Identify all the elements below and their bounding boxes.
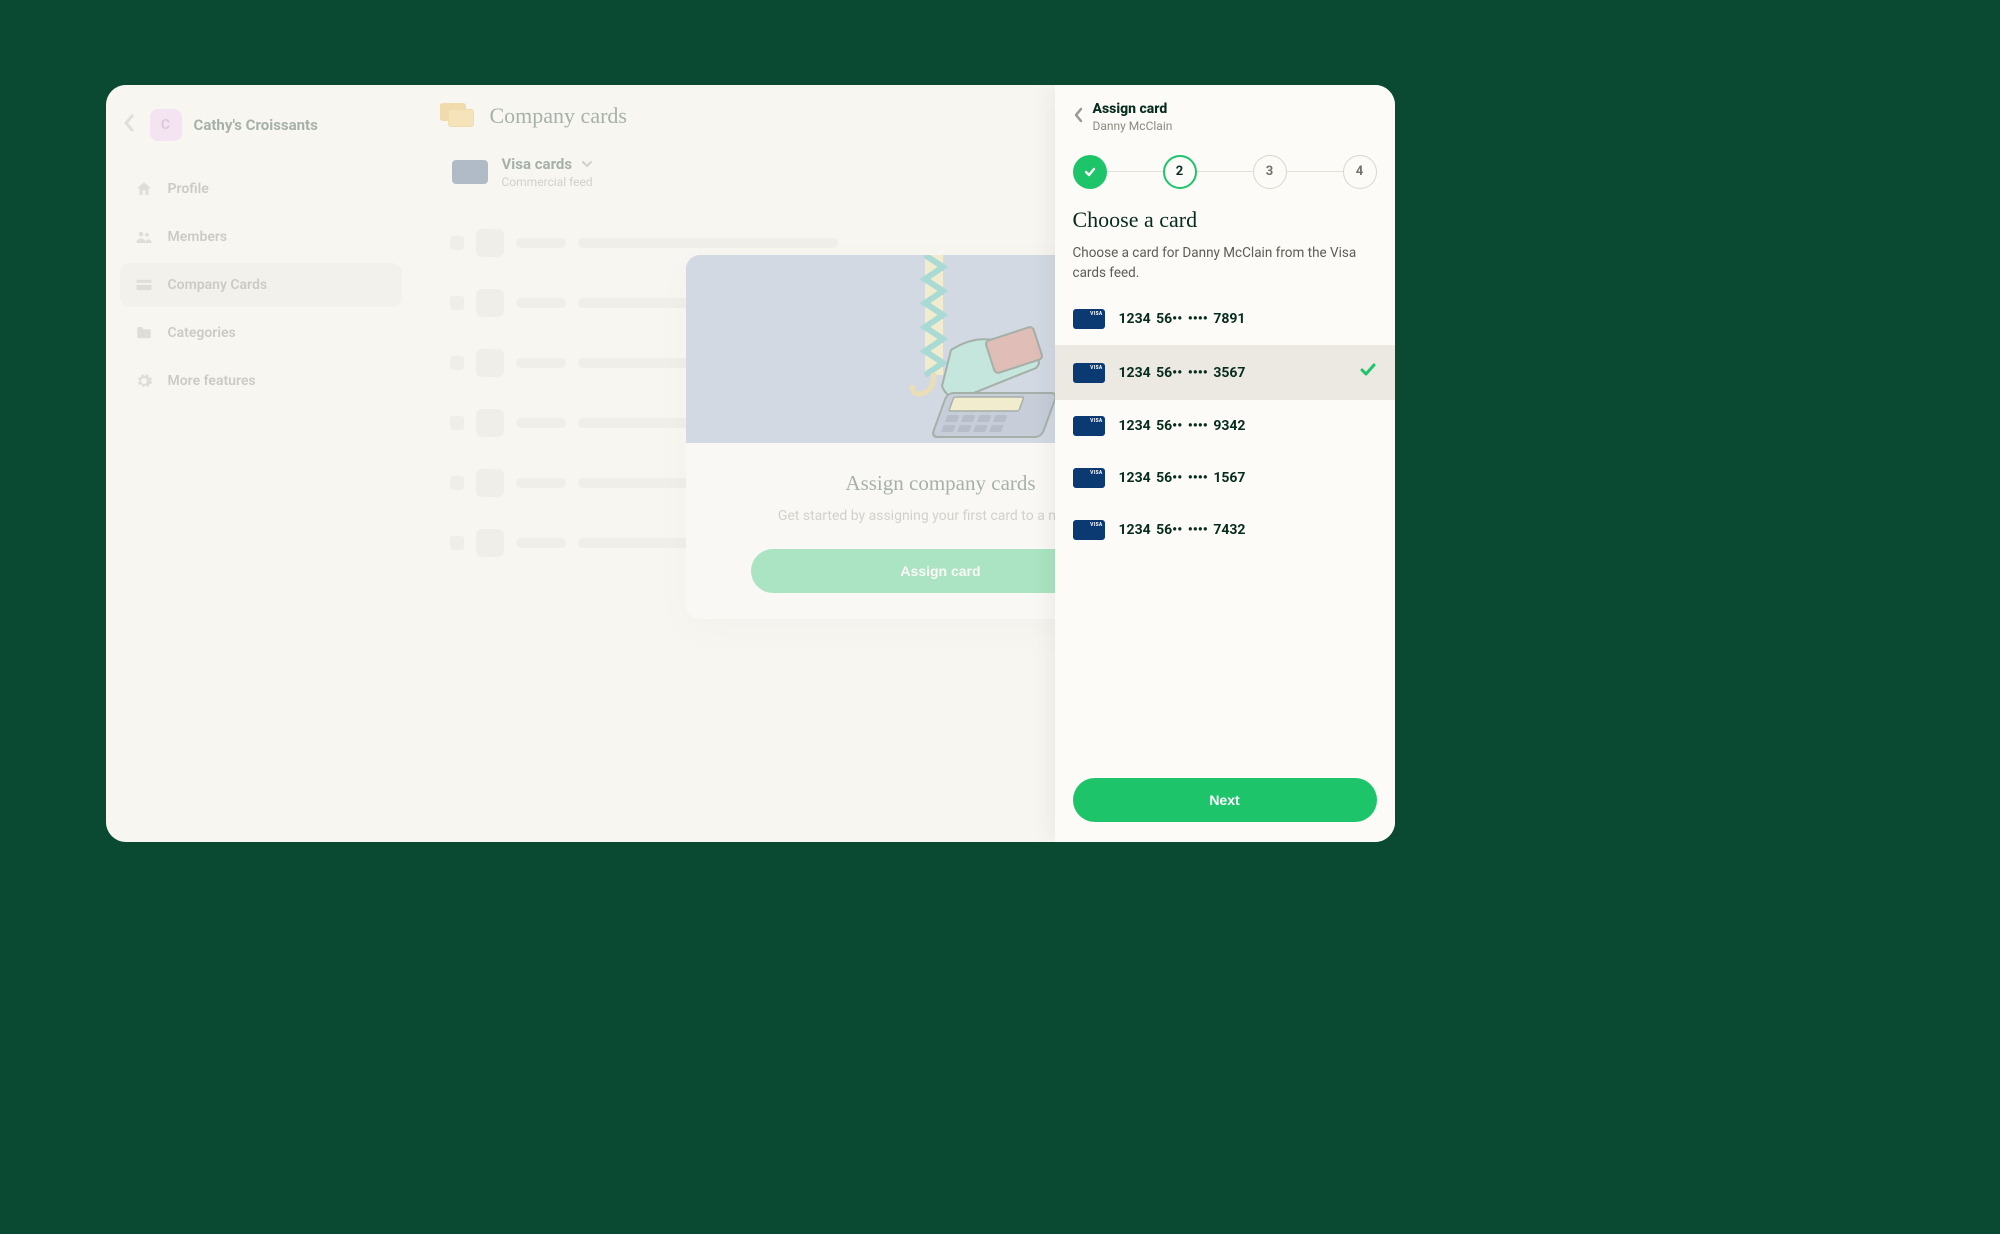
members-icon [134, 227, 154, 247]
visa-card-icon [1073, 520, 1105, 540]
step-4: 4 [1343, 155, 1377, 189]
cards-stack-icon [440, 103, 476, 129]
back-icon[interactable] [120, 113, 138, 137]
step-2-current: 2 [1163, 155, 1197, 189]
back-icon[interactable] [1073, 107, 1083, 127]
visa-card-icon [1073, 468, 1105, 488]
sidebar: C Cathy's Croissants Profile Members [106, 85, 416, 842]
panel-title: Assign card [1093, 101, 1173, 117]
card-option[interactable]: 1234 56•• •••• 9342 [1055, 400, 1395, 452]
card-number: 1234 56•• •••• 9342 [1119, 418, 1377, 434]
panel-desc: Choose a card for Danny McClain from the… [1073, 243, 1377, 284]
nav-item-members[interactable]: Members [120, 215, 402, 259]
gear-icon [134, 371, 154, 391]
card-option[interactable]: 1234 56•• •••• 1567 [1055, 452, 1395, 504]
card-option[interactable]: 1234 56•• •••• 7891 [1055, 293, 1395, 345]
nav-item-company-cards[interactable]: Company Cards [120, 263, 402, 307]
folder-icon [134, 323, 154, 343]
panel-heading: Choose a card [1073, 207, 1377, 233]
nav-label: Company Cards [168, 277, 268, 293]
page-title: Company cards [490, 103, 627, 129]
nav-label: Categories [168, 325, 236, 341]
chevron-down-icon [582, 157, 592, 171]
card-number: 1234 56•• •••• 7891 [1119, 311, 1377, 327]
home-icon [134, 179, 154, 199]
nav-label: Profile [168, 181, 209, 197]
nav-item-categories[interactable]: Categories [120, 311, 402, 355]
nav-item-more-features[interactable]: More features [120, 359, 402, 403]
card-number: 1234 56•• •••• 3567 [1119, 365, 1345, 381]
panel-subtitle: Danny McClain [1093, 119, 1173, 133]
card-option[interactable]: 1234 56•• •••• 3567 [1055, 345, 1395, 400]
next-button[interactable]: Next [1073, 778, 1377, 822]
visa-card-icon [1073, 416, 1105, 436]
card-number: 1234 56•• •••• 7432 [1119, 522, 1377, 538]
nav-item-profile[interactable]: Profile [120, 167, 402, 211]
feed-subtitle: Commercial feed [502, 175, 593, 189]
assign-card-panel: Assign card Danny McClain 2 3 4 Choose a… [1055, 85, 1395, 842]
nav: Profile Members Company Cards Categories [120, 167, 402, 403]
feed-name: Visa cards [502, 155, 573, 173]
visa-card-icon [1073, 309, 1105, 329]
panel-header: Assign card Danny McClain [1055, 85, 1395, 145]
step-3: 3 [1253, 155, 1287, 189]
stepper: 2 3 4 [1055, 145, 1395, 199]
nav-label: Members [168, 229, 228, 245]
workspace-avatar: C [150, 109, 182, 141]
card-icon [134, 275, 154, 295]
workspace-name: Cathy's Croissants [194, 116, 318, 134]
visa-card-icon [1073, 363, 1105, 383]
workspace-header[interactable]: C Cathy's Croissants [120, 103, 402, 161]
app-frame: C Cathy's Croissants Profile Members [106, 85, 1395, 842]
visa-card-icon [452, 160, 488, 184]
step-1-done [1073, 155, 1107, 189]
card-list: 1234 56•• •••• 7891 1234 56•• •••• 3567 … [1055, 293, 1395, 556]
nav-label: More features [168, 373, 256, 389]
workspace-initial: C [161, 117, 170, 133]
card-option[interactable]: 1234 56•• •••• 7432 [1055, 504, 1395, 556]
card-number: 1234 56•• •••• 1567 [1119, 470, 1377, 486]
check-icon [1359, 361, 1377, 384]
